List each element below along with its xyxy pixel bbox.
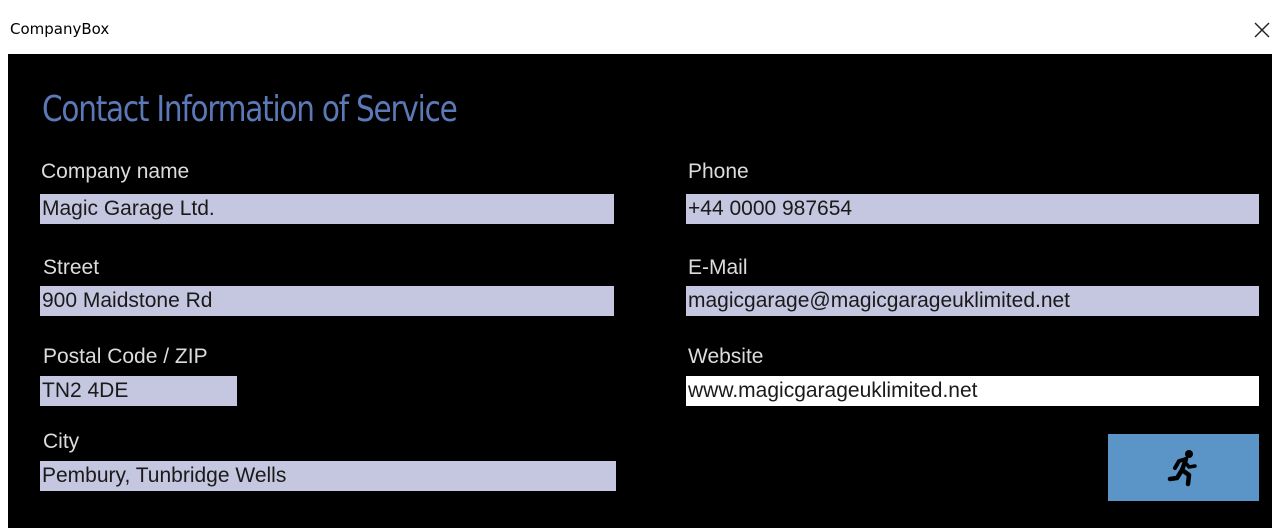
run-button[interactable] — [1108, 434, 1259, 501]
close-button[interactable] — [1250, 18, 1274, 42]
email-label: E-Mail — [688, 256, 748, 279]
website-label: Website — [688, 345, 764, 368]
phone-label: Phone — [688, 160, 749, 183]
close-icon — [1254, 22, 1270, 38]
street-field[interactable] — [40, 286, 614, 316]
street-label: Street — [43, 256, 100, 279]
page-title: Contact Information of Service — [42, 89, 458, 130]
company-name-label: Company name — [41, 160, 190, 183]
email-field[interactable] — [686, 286, 1259, 316]
city-label: City — [43, 430, 80, 453]
title-bar: CompanyBox — [0, 0, 1280, 54]
website-field[interactable] — [686, 376, 1259, 406]
postal-code-field[interactable] — [40, 376, 237, 406]
company-name-field[interactable] — [40, 194, 614, 224]
form-panel: Contact Information of Service Company n… — [8, 54, 1272, 528]
phone-field[interactable] — [686, 194, 1259, 224]
companybox-window: CompanyBox Contact Information of Servic… — [0, 0, 1280, 528]
window-title: CompanyBox — [10, 20, 110, 38]
postal-code-label: Postal Code / ZIP — [43, 345, 208, 368]
city-field[interactable] — [40, 461, 616, 491]
running-person-icon — [1167, 450, 1197, 487]
